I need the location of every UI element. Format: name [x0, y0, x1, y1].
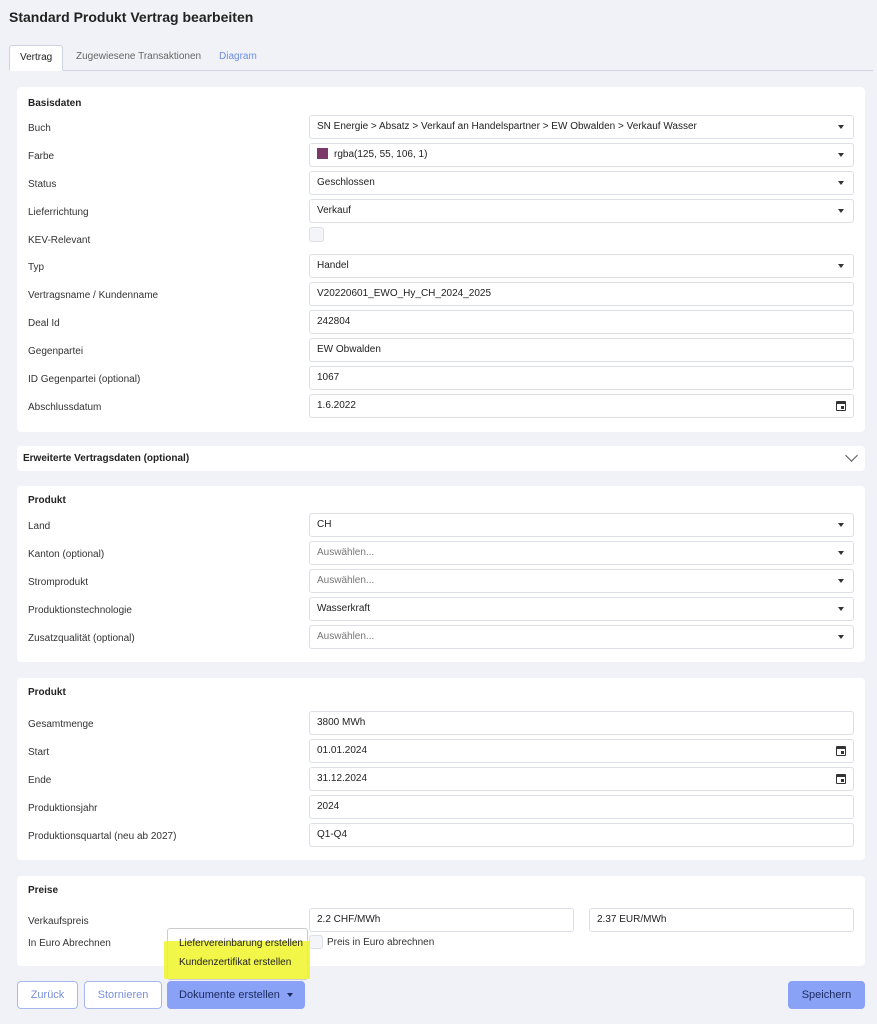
produktionsjahr-label: Produktionsjahr	[28, 803, 98, 814]
ende-value: 31.12.2024	[317, 773, 368, 784]
in-euro-label: In Euro Abrechnen	[28, 938, 111, 949]
stromprodukt-placeholder: Auswählen...	[317, 575, 375, 586]
farbe-select[interactable]: rgba(125, 55, 106, 1)	[309, 143, 854, 167]
farbe-label: Farbe	[28, 151, 55, 162]
typ-label: Typ	[28, 262, 45, 273]
gegenpartei-label: Gegenpartei	[28, 346, 84, 357]
verkaufspreis-chf-input[interactable]: 2.2 CHF/MWh	[309, 908, 574, 932]
id-gegenpartei-label: ID Gegenpartei (optional)	[28, 374, 141, 385]
stromprodukt-select[interactable]: Auswählen...	[309, 569, 854, 593]
color-swatch	[317, 147, 328, 159]
lieferrichtung-select[interactable]: Verkauf	[309, 199, 854, 223]
ende-input[interactable]: 31.12.2024	[309, 767, 854, 791]
typ-select[interactable]: Handel	[309, 254, 854, 278]
produktionstechnologie-select[interactable]: Wasserkraft	[309, 597, 854, 621]
tab-diagram[interactable]: Diagram	[209, 45, 267, 71]
produktionsquartal-input[interactable]: Q1-Q4	[309, 823, 854, 847]
status-select[interactable]: Geschlossen	[309, 171, 854, 195]
cancel-button[interactable]: Stornieren	[84, 981, 162, 1009]
produkt-title-2: Produkt	[28, 687, 66, 698]
chevron-down-icon[interactable]	[845, 449, 858, 462]
start-input[interactable]: 01.01.2024	[309, 739, 854, 763]
stromprodukt-label: Stromprodukt	[28, 577, 89, 588]
gesamtmenge-input[interactable]: 3800 MWh	[309, 711, 854, 735]
lieferrichtung-value: Verkauf	[317, 205, 351, 216]
tab-zugewiesene-transaktionen[interactable]: Zugewiesene Transaktionen	[66, 45, 211, 71]
chevron-down-icon	[838, 607, 844, 611]
tab-bar: Vertrag Zugewiesene Transaktionen Diagra…	[9, 45, 873, 71]
buch-value: SN Energie > Absatz > Verkauf an Handels…	[317, 121, 697, 132]
deal-id-label: Deal Id	[28, 318, 60, 329]
kev-label: KEV-Relevant	[28, 235, 91, 246]
chevron-down-icon	[838, 125, 844, 129]
tab-vertrag[interactable]: Vertrag	[9, 45, 64, 71]
produkt-title-1: Produkt	[28, 495, 66, 506]
buch-select[interactable]: SN Energie > Absatz > Verkauf an Handels…	[309, 115, 854, 139]
farbe-value: rgba(125, 55, 106, 1)	[334, 149, 428, 160]
buch-label: Buch	[28, 123, 51, 134]
chevron-down-icon	[838, 579, 844, 583]
gegenpartei-input[interactable]: EW Obwalden	[309, 338, 854, 362]
preise-title: Preise	[28, 885, 59, 896]
start-value: 01.01.2024	[317, 745, 368, 756]
produktionsquartal-label: Produktionsquartal (neu ab 2027)	[28, 831, 177, 842]
calendar-icon[interactable]	[836, 746, 846, 756]
chevron-down-icon	[838, 523, 844, 527]
documents-button[interactable]: Dokumente erstellen	[167, 981, 305, 1009]
vertragsname-label: Vertragsname / Kundenname	[28, 290, 159, 301]
status-label: Status	[28, 179, 57, 190]
zusatzqualitaet-placeholder: Auswählen...	[317, 631, 375, 642]
preis-in-euro-label: Preis in Euro abrechnen	[327, 937, 435, 948]
ende-label: Ende	[28, 775, 52, 786]
status-value: Geschlossen	[317, 177, 375, 188]
kev-checkbox[interactable]	[309, 227, 324, 242]
chevron-down-icon	[838, 209, 844, 213]
land-select[interactable]: CH	[309, 513, 854, 537]
kanton-label: Kanton (optional)	[28, 549, 105, 560]
lieferrichtung-label: Lieferrichtung	[28, 207, 89, 218]
erweitert-card[interactable]: Erweiterte Vertragsdaten (optional)	[17, 446, 865, 471]
abschlussdatum-input[interactable]: 1.6.2022	[309, 394, 854, 418]
back-button[interactable]: Zurück	[17, 981, 78, 1009]
caret-down-icon	[286, 993, 293, 998]
abschlussdatum-value: 1.6.2022	[317, 400, 356, 411]
start-label: Start	[28, 747, 50, 758]
chevron-down-icon	[838, 181, 844, 185]
menu-item-liefervereinbarung[interactable]: Liefervereinbarung erstellen	[179, 938, 303, 949]
chevron-down-icon	[838, 635, 844, 639]
preis-in-euro-checkbox[interactable]	[309, 935, 323, 949]
chevron-down-icon	[838, 264, 844, 268]
chevron-down-icon	[838, 551, 844, 555]
basisdaten-title: Basisdaten	[28, 98, 82, 109]
zusatzqualitaet-select[interactable]: Auswählen...	[309, 625, 854, 649]
verkaufspreis-label: Verkaufspreis	[28, 916, 89, 927]
land-label: Land	[28, 521, 51, 532]
id-gegenpartei-input[interactable]: 1067	[309, 366, 854, 390]
calendar-icon[interactable]	[836, 774, 846, 784]
produktionsjahr-input[interactable]: 2024	[309, 795, 854, 819]
chevron-down-icon	[838, 153, 844, 157]
save-button[interactable]: Speichern	[788, 981, 865, 1009]
kanton-placeholder: Auswählen...	[317, 547, 375, 558]
menu-item-kundenzertifikat[interactable]: Kundenzertifikat erstellen	[179, 957, 291, 968]
zusatzqualitaet-label: Zusatzqualität (optional)	[28, 633, 135, 644]
deal-id-input[interactable]: 242804	[309, 310, 854, 334]
typ-value: Handel	[317, 260, 349, 271]
kanton-select[interactable]: Auswählen...	[309, 541, 854, 565]
erweitert-title: Erweiterte Vertragsdaten (optional)	[23, 453, 190, 464]
verkaufspreis-eur-input[interactable]: 2.37 EUR/MWh	[589, 908, 854, 932]
produktionstechnologie-label: Produktionstechnologie	[28, 605, 132, 616]
documents-button-label: Dokumente erstellen	[179, 989, 280, 1001]
page-title: Standard Produkt Vertrag bearbeiten	[9, 9, 254, 25]
gesamtmenge-label: Gesamtmenge	[28, 719, 94, 730]
land-value: CH	[317, 519, 332, 530]
vertragsname-input[interactable]: V20220601_EWO_Hy_CH_2024_2025	[309, 282, 854, 306]
calendar-icon[interactable]	[836, 401, 846, 411]
produktionstechnologie-value: Wasserkraft	[317, 603, 370, 614]
abschlussdatum-label: Abschlussdatum	[28, 402, 102, 413]
